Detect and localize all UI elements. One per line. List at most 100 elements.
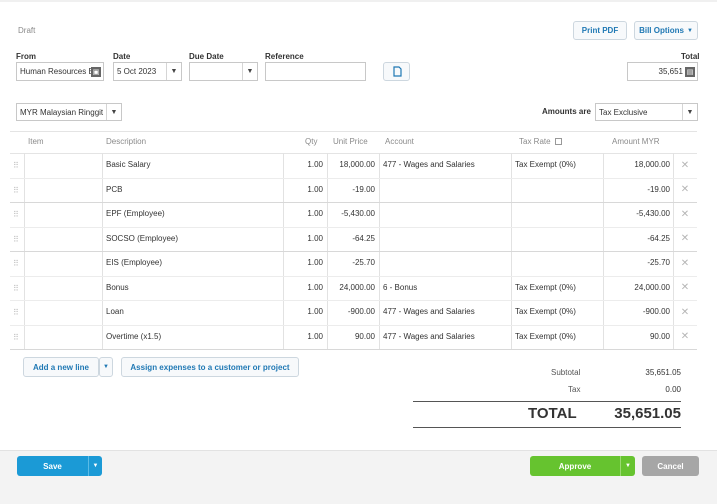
print-pdf-button[interactable]: Print PDF [573,21,627,40]
currency-select[interactable]: MYR Malaysian Ringgit ▼ [16,103,122,121]
amounts-are-dropdown-icon[interactable]: ▼ [682,104,697,120]
due-date-label: Due Date [189,52,224,61]
cell-tax-rate[interactable]: Tax Exempt (0%) [515,307,576,316]
calculator-icon[interactable]: ▤ [685,67,695,77]
cell-unit-price[interactable]: -19.00 [328,185,375,194]
delete-line-icon[interactable]: ✕ [680,282,690,293]
cell-account[interactable]: 477 - Wages and Salaries [383,307,475,316]
cell-unit-price[interactable]: -5,430.00 [328,209,375,218]
cell-unit-price[interactable]: -64.25 [328,234,375,243]
due-date-input[interactable]: ▼ [189,62,258,81]
status-label: Draft [18,26,36,35]
table-top-border [10,131,697,132]
total-label: Total [681,52,700,61]
cancel-button[interactable]: Cancel [642,456,699,476]
cell-qty[interactable]: 1.00 [287,185,323,194]
save-options-button[interactable]: ▼ [88,456,102,476]
approve-button[interactable]: Approve [530,456,620,476]
cell-qty[interactable]: 1.00 [287,307,323,316]
due-date-dropdown-icon[interactable]: ▼ [242,63,257,80]
delete-line-icon[interactable]: ✕ [680,331,690,342]
cell-account[interactable]: 6 - Bonus [383,283,417,292]
cell-qty[interactable]: 1.00 [287,283,323,292]
cell-tax-rate[interactable]: Tax Exempt (0%) [515,283,576,292]
bill-options-button[interactable]: Bill Options ▼ [634,21,698,40]
assign-expenses-button[interactable]: Assign expenses to a customer or project [121,357,299,377]
drag-handle-icon[interactable]: ⠿ [13,161,21,171]
date-dropdown-icon[interactable]: ▼ [166,63,181,80]
drag-handle-icon[interactable]: ⠿ [13,235,21,245]
cell-qty[interactable]: 1.00 [287,160,323,169]
bill-editor: Draft Print PDF Bill Options ▼ From Date… [0,0,717,504]
tax-label: Tax [568,385,581,394]
cell-description[interactable]: SOCSO (Employee) [106,234,178,243]
cell-amount[interactable]: -900.00 [606,307,670,316]
row-divider [10,275,697,277]
cell-qty[interactable]: 1.00 [287,234,323,243]
row-divider [10,324,697,326]
drag-handle-icon[interactable]: ⠿ [13,259,21,269]
cell-unit-price[interactable]: 24,000.00 [328,283,375,292]
total-input[interactable]: 35,651 ▤ [627,62,698,81]
cell-amount[interactable]: 18,000.00 [606,160,670,169]
delete-line-icon[interactable]: ✕ [680,160,690,171]
cell-description[interactable]: Basic Salary [106,160,150,169]
approve-options-button[interactable]: ▼ [620,456,635,476]
cell-description[interactable]: Loan [106,307,124,316]
cancel-label: Cancel [657,461,684,471]
row-divider [10,226,697,228]
drag-handle-icon[interactable]: ⠿ [13,186,21,196]
drag-handle-icon[interactable]: ⠿ [13,333,21,343]
tax-calculator-icon[interactable] [554,138,562,146]
cell-qty[interactable]: 1.00 [287,258,323,267]
cell-unit-price[interactable]: 90.00 [328,332,375,341]
row-divider [10,300,697,301]
cell-amount[interactable]: -19.00 [606,185,670,194]
cell-unit-price[interactable]: -900.00 [328,307,375,316]
attach-file-button[interactable] [383,62,410,81]
currency-dropdown-icon[interactable]: ▼ [106,104,121,120]
reference-input[interactable] [265,62,366,81]
col-header-unit-price: Unit Price [333,137,368,146]
col-header-qty: Qty [305,137,318,146]
cell-description[interactable]: Bonus [106,283,129,292]
cell-description[interactable]: Overtime (x1.5) [106,332,161,341]
add-new-line-button[interactable]: Add a new line [23,357,99,377]
delete-line-icon[interactable]: ✕ [680,233,690,244]
cell-description[interactable]: PCB [106,185,122,194]
delete-line-icon[interactable]: ✕ [680,209,690,220]
cell-amount[interactable]: -64.25 [606,234,670,243]
cell-description[interactable]: EPF (Employee) [106,209,165,218]
cell-qty[interactable]: 1.00 [287,209,323,218]
drag-handle-icon[interactable]: ⠿ [13,308,21,318]
cell-unit-price[interactable]: 18,000.00 [328,160,375,169]
cell-tax-rate[interactable]: Tax Exempt (0%) [515,160,576,169]
cell-tax-rate[interactable]: Tax Exempt (0%) [515,332,576,341]
cell-account[interactable]: 477 - Wages and Salaries [383,160,475,169]
cell-account[interactable]: 477 - Wages and Salaries [383,332,475,341]
top-border [0,0,717,2]
amounts-are-select[interactable]: Tax Exclusive ▼ [595,103,698,121]
document-icon [392,66,402,77]
drag-handle-icon[interactable]: ⠿ [13,210,21,220]
col-header-tax-rate: Tax Rate [519,137,562,146]
delete-line-icon[interactable]: ✕ [680,258,690,269]
cell-description[interactable]: EIS (Employee) [106,258,162,267]
cell-unit-price[interactable]: -25.70 [328,258,375,267]
delete-line-icon[interactable]: ✕ [680,307,690,318]
from-input[interactable]: Human Resources B ▣ [16,62,104,81]
cell-amount[interactable]: -25.70 [606,258,670,267]
cell-amount[interactable]: 24,000.00 [606,283,670,292]
row-divider [10,349,697,350]
currency-value: MYR Malaysian Ringgit [20,107,104,117]
save-button[interactable]: Save [17,456,88,476]
tax-value: 0.00 [665,385,681,394]
delete-line-icon[interactable]: ✕ [680,184,690,195]
cell-amount[interactable]: 90.00 [606,332,670,341]
date-input[interactable]: 5 Oct 2023 ▼ [113,62,182,81]
drag-handle-icon[interactable]: ⠿ [13,284,21,294]
add-line-options-button[interactable]: ▼ [99,357,113,377]
contact-card-icon[interactable]: ▣ [91,67,101,77]
cell-qty[interactable]: 1.00 [287,332,323,341]
cell-amount[interactable]: -5,430.00 [606,209,670,218]
